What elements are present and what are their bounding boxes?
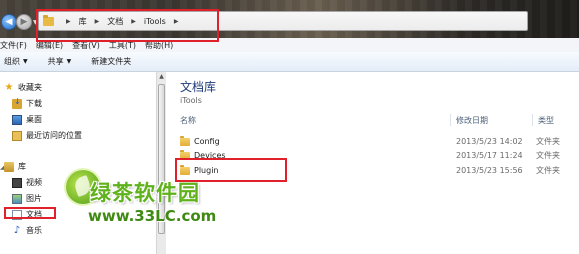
file-type: 文件夹 xyxy=(536,166,560,175)
column-header-name[interactable]: 名称 xyxy=(180,115,196,126)
menu-file[interactable]: 文件(F) xyxy=(0,40,31,51)
back-button[interactable]: ◀ xyxy=(1,14,17,30)
file-name: Config xyxy=(194,137,220,146)
back-arrow-icon: ◀ xyxy=(5,17,13,27)
file-row[interactable]: Config 2013/5/23 14:02 文件夹 xyxy=(180,135,570,148)
nav-item-downloads[interactable]: 下载 xyxy=(12,97,42,109)
address-highlight-box xyxy=(36,9,219,42)
organize-button[interactable]: 组织 ▼ xyxy=(4,56,28,67)
plugin-highlight-box xyxy=(175,158,287,182)
video-library-icon xyxy=(12,177,22,188)
nav-item-favorites[interactable]: ★ 收藏夹 xyxy=(4,82,42,93)
share-label: 共享 xyxy=(47,57,64,66)
forward-button[interactable]: ▶ xyxy=(16,14,32,30)
new-folder-label: 新建文件夹 xyxy=(91,57,132,66)
nav-item-desktop[interactable]: 桌面 xyxy=(12,114,42,125)
column-divider[interactable] xyxy=(532,114,533,126)
column-divider[interactable] xyxy=(450,114,451,126)
navigation-pane: ★ 收藏夹 下载 桌面 最近访问的位置 ◢ 库 视频 图片 文档 ♪ 音乐 xyxy=(0,72,156,254)
scroll-up-icon[interactable]: ▲ xyxy=(157,72,166,81)
nav-label: 收藏夹 xyxy=(18,83,42,92)
file-type: 文件夹 xyxy=(536,151,560,160)
organize-label: 组织 xyxy=(4,57,20,66)
nav-label: 图片 xyxy=(26,194,42,203)
library-title: 文档库 xyxy=(180,80,217,94)
star-icon: ★ xyxy=(4,81,14,93)
music-note-icon: ♪ xyxy=(13,224,21,236)
download-folder-icon xyxy=(12,97,22,109)
nav-label: 桌面 xyxy=(26,115,42,124)
nav-item-recent-places[interactable]: 最近访问的位置 xyxy=(12,130,82,141)
nav-label: 下载 xyxy=(26,99,42,108)
file-type: 文件夹 xyxy=(536,137,560,146)
nav-label: 视频 xyxy=(26,178,42,187)
command-toolbar: 组织 ▼ 共享 ▼ 新建文件夹 xyxy=(0,52,579,72)
file-modified: 2013/5/23 14:02 xyxy=(456,137,523,146)
documents-highlight-box xyxy=(4,207,56,219)
nav-label: 音乐 xyxy=(26,226,42,235)
column-header-type[interactable]: 类型 xyxy=(538,115,554,126)
nav-item-music[interactable]: ♪ 音乐 xyxy=(12,225,42,236)
share-button[interactable]: 共享 ▼ xyxy=(48,56,72,67)
desktop-icon xyxy=(12,114,22,125)
new-folder-button[interactable]: 新建文件夹 xyxy=(91,56,131,67)
folder-icon xyxy=(180,135,190,146)
nav-item-libraries[interactable]: 库 xyxy=(4,161,26,172)
file-modified: 2013/5/17 11:24 xyxy=(456,151,523,160)
nav-label: 库 xyxy=(18,162,26,171)
file-modified: 2013/5/23 15:56 xyxy=(456,166,523,175)
nav-item-pictures[interactable]: 图片 xyxy=(12,193,42,204)
chevron-down-icon: ▼ xyxy=(23,58,28,65)
forward-arrow-icon: ▶ xyxy=(20,17,28,27)
recent-places-icon xyxy=(12,130,22,141)
nav-item-videos[interactable]: 视频 xyxy=(12,177,42,188)
chevron-down-icon: ▼ xyxy=(66,58,72,65)
nav-scrollbar[interactable]: ▲ xyxy=(156,72,166,254)
library-icon xyxy=(4,161,14,172)
column-header-modified[interactable]: 修改日期 xyxy=(456,115,488,126)
nav-label: 最近访问的位置 xyxy=(26,131,82,140)
picture-library-icon xyxy=(12,193,22,204)
library-subtitle: iTools xyxy=(180,96,202,105)
watermark-url: www.33LC.com xyxy=(88,207,217,225)
